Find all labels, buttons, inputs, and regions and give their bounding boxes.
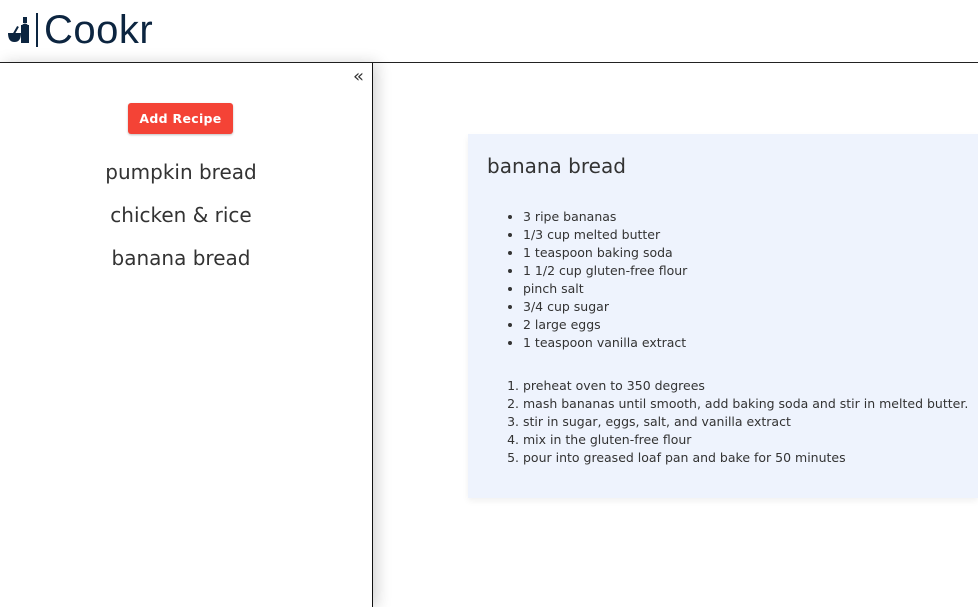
ingredient-item: 2 large eggs (523, 316, 687, 334)
ingredients-list: 3 ripe bananas 1/3 cup melted butter 1 t… (523, 208, 687, 352)
direction-step: stir in sugar, eggs, salt, and vanilla e… (523, 413, 968, 431)
bottle-and-bowl-icon (8, 17, 29, 43)
ingredient-item: 1 teaspoon baking soda (523, 244, 687, 262)
ingredient-item: 1 teaspoon vanilla extract (523, 334, 687, 352)
recipe-card: banana bread 3 ripe bananas 1/3 cup melt… (468, 134, 978, 498)
direction-step: pour into greased loaf pan and bake for … (523, 449, 968, 467)
add-recipe-button[interactable]: Add Recipe (128, 103, 233, 134)
ingredient-item: 1 1/2 cup gluten-free flour (523, 262, 687, 280)
direction-step: preheat oven to 350 degrees (523, 377, 968, 395)
recipe-item-pumpkin-bread[interactable]: pumpkin bread (0, 155, 362, 198)
logo-divider (36, 13, 38, 47)
recipe-item-chicken-rice[interactable]: chicken & rice (0, 198, 362, 241)
brand-logo[interactable]: Cookr (6, 10, 153, 50)
collapse-sidebar-icon[interactable]: « (353, 67, 364, 87)
recipe-title: banana bread (487, 154, 626, 178)
directions-list: preheat oven to 350 degrees mash bananas… (523, 377, 968, 467)
recipe-item-banana-bread[interactable]: banana bread (0, 241, 362, 284)
ingredient-item: 3/4 cup sugar (523, 298, 687, 316)
ingredient-item: 1/3 cup melted butter (523, 226, 687, 244)
recipe-list: pumpkin bread chicken & rice banana brea… (0, 155, 362, 284)
direction-step: mash bananas until smooth, add baking so… (523, 395, 968, 413)
brand-name: Cookr (44, 8, 154, 52)
ingredient-item: pinch salt (523, 280, 687, 298)
recipe-sidebar: « Add Recipe pumpkin bread chicken & ric… (0, 63, 373, 607)
direction-step: mix in the gluten-free flour (523, 431, 968, 449)
app-header: Cookr (0, 0, 978, 62)
ingredient-item: 3 ripe bananas (523, 208, 687, 226)
